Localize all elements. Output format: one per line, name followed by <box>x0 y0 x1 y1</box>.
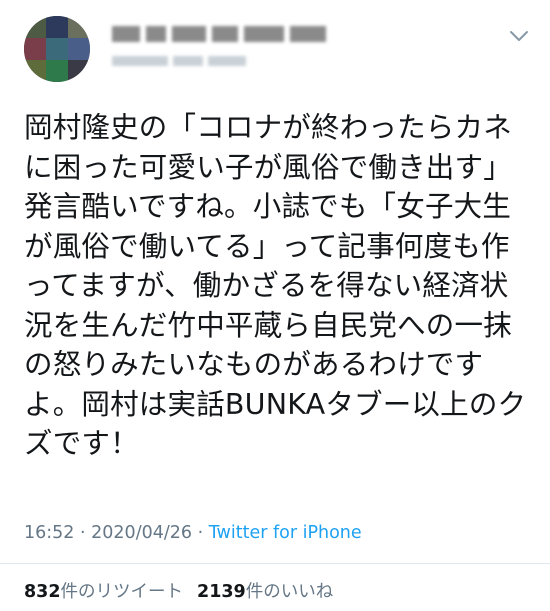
tweet-meta: 16:52 · 2020/04/26 · Twitter for iPhone <box>24 523 362 543</box>
tweet-text-line: 発言酷いですね。小誌でも「女子大生 <box>24 190 512 223</box>
tweet-text-line: よ。岡村は実話BUNKAタブー以上のク <box>24 387 527 421</box>
like-label: 件のいいね <box>245 582 334 602</box>
like-count: 2139 <box>197 582 246 602</box>
tweet-text-line: 岡村隆史の「コロナが終わったらカネ <box>24 111 512 144</box>
tweet-text: 岡村隆史の「コロナが終わったらカネ に困った可愛い子が風俗で働き出す」 発言酷い… <box>24 108 530 464</box>
meta-separator: · <box>80 523 92 543</box>
retweets-stat[interactable]: 832件のリツイート <box>24 582 183 602</box>
tweet-text-line: に困った可愛い子が風俗で働き出す」 <box>24 150 512 184</box>
tweet-text-line: の怒りみたいなものがあるわけです <box>24 348 484 381</box>
avatar[interactable] <box>24 16 90 82</box>
tweet-text-line: 況を生んだ竹中平蔵ら自民党への一抹 <box>24 308 512 342</box>
tweet-text-line: ズです！ <box>24 427 139 460</box>
retweet-count: 832 <box>24 582 61 602</box>
chevron-down-icon[interactable] <box>508 28 530 44</box>
tweet-source-link[interactable]: Twitter for iPhone <box>209 523 362 543</box>
tweet: 岡村隆史の「コロナが終わったらカネ に困った可愛い子が風俗で働き出す」 発言酷い… <box>0 0 550 611</box>
retweet-label: 件のリツイート <box>60 582 184 602</box>
likes-stat[interactable]: 2139件のいいね <box>197 582 333 602</box>
tweet-stats: 832件のリツイート 2139件のいいね <box>24 578 333 603</box>
display-name-redacted[interactable] <box>112 26 326 44</box>
divider <box>0 563 550 564</box>
tweet-text-line: ってますが、働かざるを得ない経済状 <box>24 269 509 302</box>
tweet-text-line: が風俗で働いてる」って記事何度も作 <box>24 229 510 263</box>
tweet-date[interactable]: 2020/04/26 <box>91 523 192 543</box>
meta-separator: · <box>197 523 209 543</box>
tweet-time[interactable]: 16:52 <box>24 523 74 543</box>
username-redacted[interactable] <box>112 56 246 66</box>
